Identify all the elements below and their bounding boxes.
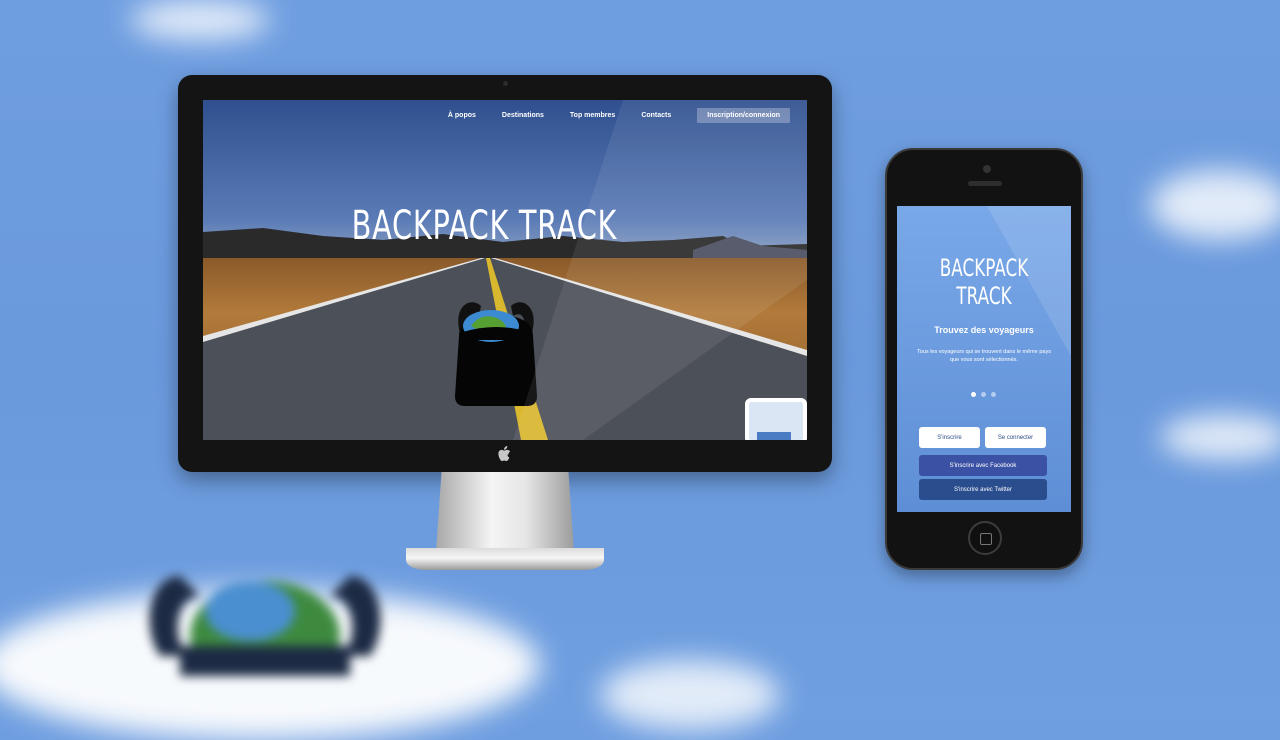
monitor-stand xyxy=(436,472,574,552)
backpack-globe-icon xyxy=(149,576,381,676)
signup-button[interactable]: S'inscrire xyxy=(919,427,980,448)
login-button[interactable]: Se connecter xyxy=(985,427,1046,448)
apple-icon xyxy=(498,446,511,462)
mobile-heading: Trouvez des voyageurs xyxy=(934,325,1034,335)
backpack-globe-icon xyxy=(455,302,537,406)
home-button[interactable] xyxy=(968,521,1002,555)
site-nav: À popos Destinations Top membres Contact… xyxy=(448,108,790,123)
nav-link-destinations[interactable]: Destinations xyxy=(502,112,544,119)
camera xyxy=(503,81,508,86)
mobile-screen: BACKPACK TRACK Trouvez des voyageurs Tou… xyxy=(897,206,1071,512)
monitor-stand-base xyxy=(406,548,604,570)
carousel-dot[interactable] xyxy=(981,392,986,397)
mobile-title: BACKPACK TRACK xyxy=(939,254,1029,310)
twitter-signup-button[interactable]: S'inscrire avec Twitter xyxy=(919,479,1047,500)
facebook-signup-button[interactable]: S'inscrire avec Facebook xyxy=(919,455,1047,476)
cloud xyxy=(1160,415,1280,460)
mobile-description: Tous les voyageurs qui se trouvent dans … xyxy=(917,349,1051,363)
signup-login-button[interactable]: Inscription/connexion xyxy=(697,108,790,123)
nav-link-top-members[interactable]: Top membres xyxy=(570,112,615,119)
cloud xyxy=(1150,170,1280,240)
cloud xyxy=(130,0,270,40)
phone-thumbnail xyxy=(745,398,807,440)
phone-thumbnail-screen xyxy=(757,432,791,440)
carousel-dot[interactable] xyxy=(971,392,976,397)
hero-title: BACKPACK TRACK xyxy=(351,202,618,249)
phone-speaker xyxy=(968,181,1002,186)
desktop-screen: À popos Destinations Top membres Contact… xyxy=(203,100,807,440)
nav-link-contacts[interactable]: Contacts xyxy=(641,112,671,119)
nav-link-about[interactable]: À popos xyxy=(448,112,476,119)
carousel-dot[interactable] xyxy=(991,392,996,397)
auth-button-row: S'inscrire Se connecter xyxy=(919,427,1046,448)
home-square-icon xyxy=(980,533,992,545)
phone-camera xyxy=(983,165,991,173)
carousel-indicators xyxy=(971,392,996,397)
